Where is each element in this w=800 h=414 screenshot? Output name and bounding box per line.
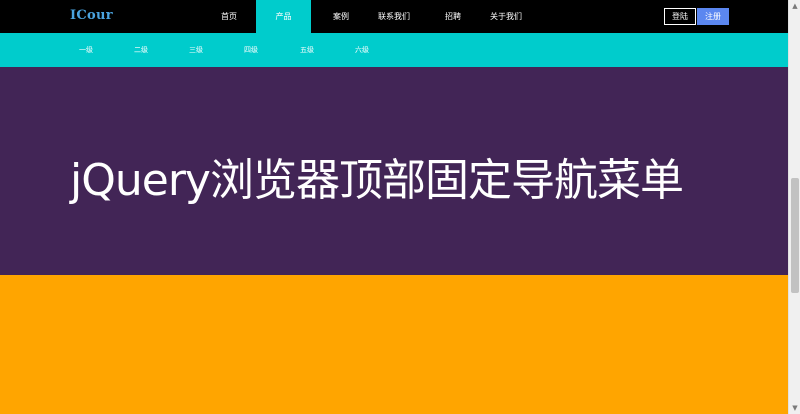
scrollbar-thumb[interactable] (791, 178, 799, 293)
logo[interactable]: ICour (70, 8, 113, 23)
nav-item-about[interactable]: 关于我们 (484, 0, 528, 33)
submenu-item-level-6[interactable]: 六级 (355, 33, 369, 67)
nav-item-home[interactable]: 首页 (212, 0, 246, 33)
submenu-item-level-4[interactable]: 四级 (244, 33, 258, 67)
hero-title: jQuery浏览器顶部固定导航菜单 (70, 155, 684, 206)
submenu-item-level-5[interactable]: 五级 (300, 33, 314, 67)
vertical-scrollbar[interactable]: ▲ ▼ (788, 0, 800, 414)
submenu-item-level-2[interactable]: 二级 (134, 33, 148, 67)
submenu-item-level-3[interactable]: 三级 (189, 33, 203, 67)
scroll-up-arrow-icon[interactable]: ▲ (789, 0, 800, 12)
submenu-item-level-1[interactable]: 一级 (79, 33, 93, 67)
top-nav-bar: ICour 首页 产品 案例 联系我们 招聘 关于我们 登陆 注册 (0, 0, 788, 33)
login-button[interactable]: 登陆 (664, 8, 696, 25)
hero-banner: jQuery浏览器顶部固定导航菜单 (0, 67, 788, 275)
nav-item-jobs[interactable]: 招聘 (436, 0, 470, 33)
register-button[interactable]: 注册 (697, 8, 729, 25)
nav-item-products[interactable]: 产品 (256, 0, 311, 33)
nav-item-contact[interactable]: 联系我们 (372, 0, 416, 33)
submenu-bar: 一级 二级 三级 四级 五级 六级 (0, 33, 788, 67)
page: ICour 首页 产品 案例 联系我们 招聘 关于我们 登陆 注册 一级 二级 … (0, 0, 800, 414)
scroll-down-arrow-icon[interactable]: ▼ (789, 402, 800, 414)
content-section (0, 275, 788, 414)
nav-item-cases[interactable]: 案例 (324, 0, 358, 33)
